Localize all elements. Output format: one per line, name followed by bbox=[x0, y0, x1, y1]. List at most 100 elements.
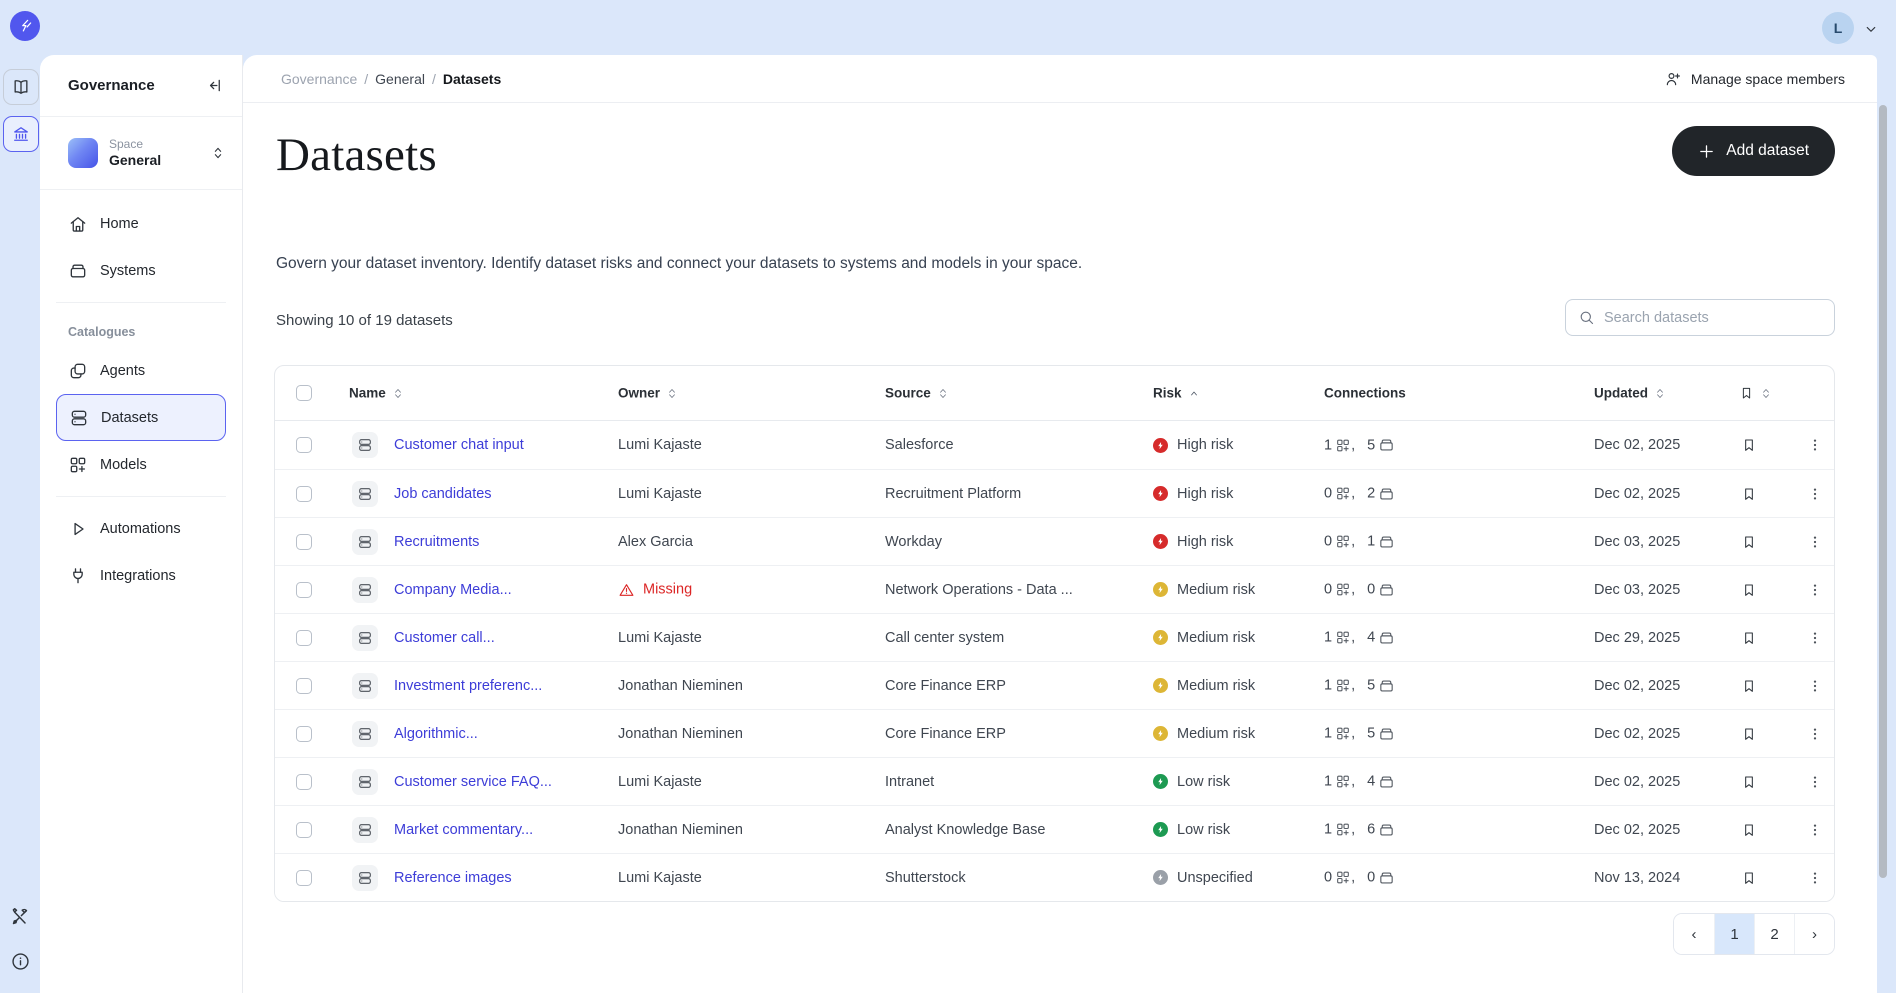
dataset-icon bbox=[352, 721, 378, 747]
dataset-name-link[interactable]: Market commentary... bbox=[394, 822, 533, 838]
bookmark-button[interactable] bbox=[1739, 628, 1759, 648]
column-header-bookmark[interactable] bbox=[1739, 386, 1772, 401]
bookmark-button[interactable] bbox=[1739, 724, 1759, 744]
sidebar-item-integrations[interactable]: Integrations bbox=[56, 552, 226, 599]
sidebar-item-home[interactable]: Home bbox=[56, 200, 226, 247]
docs-rail-button[interactable] bbox=[3, 69, 39, 105]
models-icon bbox=[1335, 582, 1351, 598]
row-menu-button[interactable] bbox=[1805, 676, 1825, 696]
row-checkbox[interactable] bbox=[296, 582, 312, 598]
app-rail bbox=[0, 0, 40, 993]
table-row[interactable]: Customer chat input Lumi Kajaste Lumi Ka… bbox=[275, 421, 1834, 469]
bookmark-button[interactable] bbox=[1739, 820, 1759, 840]
sidebar-item-systems[interactable]: Systems bbox=[56, 247, 226, 294]
table-row[interactable]: Job candidates Lumi Kajaste Lumi Kajaste… bbox=[275, 469, 1834, 517]
bookmark-button[interactable] bbox=[1739, 484, 1759, 504]
row-checkbox[interactable] bbox=[296, 486, 312, 502]
datasets-icon bbox=[69, 408, 89, 428]
bolt-icon bbox=[1156, 825, 1165, 834]
bookmark-button[interactable] bbox=[1739, 676, 1759, 696]
row-checkbox[interactable] bbox=[296, 870, 312, 886]
pagination-next-button[interactable]: › bbox=[1794, 914, 1834, 954]
dataset-name-link[interactable]: Investment preferenc... bbox=[394, 678, 542, 694]
column-header-updated[interactable]: Updated bbox=[1594, 386, 1666, 401]
search-input[interactable] bbox=[1604, 310, 1822, 326]
column-header-connections[interactable]: Connections bbox=[1324, 386, 1406, 401]
pagination-page-2[interactable]: 2 bbox=[1754, 914, 1794, 954]
column-header-source[interactable]: Source bbox=[885, 386, 949, 401]
sidebar-item-datasets[interactable]: Datasets bbox=[56, 394, 226, 441]
bookmark-button[interactable] bbox=[1739, 772, 1759, 792]
sidebar-collapse-button[interactable] bbox=[203, 74, 226, 97]
sidebar-item-automations[interactable]: Automations bbox=[56, 505, 226, 552]
column-header-name[interactable]: Name bbox=[349, 386, 404, 401]
table-row[interactable]: Company Media... Missing Missing Network… bbox=[275, 565, 1834, 613]
row-checkbox[interactable] bbox=[296, 437, 312, 453]
row-menu-button[interactable] bbox=[1805, 580, 1825, 600]
risk-badge bbox=[1153, 870, 1168, 885]
breadcrumb-general[interactable]: General bbox=[375, 71, 425, 87]
row-menu-button[interactable] bbox=[1805, 532, 1825, 552]
row-checkbox[interactable] bbox=[296, 822, 312, 838]
table-row[interactable]: Algorithmic... Jonathan Nieminen Jonatha… bbox=[275, 709, 1834, 757]
pagination-page-1[interactable]: 1 bbox=[1714, 914, 1754, 954]
row-menu-button[interactable] bbox=[1805, 868, 1825, 888]
bookmark-button[interactable] bbox=[1739, 868, 1759, 888]
row-checkbox[interactable] bbox=[296, 726, 312, 742]
add-dataset-button[interactable]: Add dataset bbox=[1672, 126, 1835, 176]
row-checkbox[interactable] bbox=[296, 534, 312, 550]
sidebar-item-models[interactable]: Models bbox=[56, 441, 226, 488]
app-logo[interactable] bbox=[10, 11, 40, 41]
sidebar-item-label: Datasets bbox=[101, 410, 158, 426]
bookmark-button[interactable] bbox=[1739, 435, 1759, 455]
pagination-prev-button[interactable]: ‹ bbox=[1674, 914, 1714, 954]
page-scrollbar[interactable] bbox=[1879, 105, 1887, 878]
space-label: Space bbox=[109, 137, 210, 152]
dataset-name-link[interactable]: Customer call... bbox=[394, 630, 495, 646]
table-row[interactable]: Customer call... Lumi Kajaste Lumi Kajas… bbox=[275, 613, 1834, 661]
dev-tools-button[interactable] bbox=[0, 906, 40, 928]
sidebar-item-label: Agents bbox=[100, 363, 145, 379]
user-menu-chevron[interactable] bbox=[1862, 20, 1880, 38]
row-checkbox[interactable] bbox=[296, 630, 312, 646]
table-row[interactable]: Market commentary... Jonathan Nieminen J… bbox=[275, 805, 1834, 853]
user-avatar[interactable]: L bbox=[1822, 12, 1854, 44]
row-menu-button[interactable] bbox=[1805, 484, 1825, 504]
row-menu-button[interactable] bbox=[1805, 435, 1825, 455]
dataset-name-link[interactable]: Job candidates bbox=[394, 486, 492, 502]
table-row[interactable]: Investment preferenc... Jonathan Niemine… bbox=[275, 661, 1834, 709]
dataset-name-link[interactable]: Reference images bbox=[394, 870, 512, 886]
governance-rail-button[interactable] bbox=[3, 116, 39, 152]
dataset-name-link[interactable]: Company Media... bbox=[394, 582, 512, 598]
row-menu-button[interactable] bbox=[1805, 724, 1825, 744]
row-menu-button[interactable] bbox=[1805, 628, 1825, 648]
table-row[interactable]: Reference images Lumi Kajaste Lumi Kajas… bbox=[275, 853, 1834, 901]
info-button[interactable] bbox=[0, 951, 40, 972]
table-row[interactable]: Customer service FAQ... Lumi Kajaste Lum… bbox=[275, 757, 1834, 805]
dataset-name-link[interactable]: Recruitments bbox=[394, 534, 479, 550]
sort-icon bbox=[1760, 387, 1772, 399]
row-menu-button[interactable] bbox=[1805, 772, 1825, 792]
dataset-icon bbox=[352, 529, 378, 555]
kebab-menu-icon bbox=[1807, 870, 1823, 886]
dataset-name-link[interactable]: Customer service FAQ... bbox=[394, 774, 552, 790]
select-all-checkbox[interactable] bbox=[296, 385, 312, 401]
row-checkbox[interactable] bbox=[296, 678, 312, 694]
bookmark-button[interactable] bbox=[1739, 580, 1759, 600]
systems-count: 5 bbox=[1367, 678, 1375, 694]
column-header-owner[interactable]: Owner bbox=[618, 386, 678, 401]
table-row[interactable]: Recruitments Alex Garcia Alex Garcia Wor… bbox=[275, 517, 1834, 565]
updated-cell: Dec 02, 2025 bbox=[1594, 726, 1680, 742]
risk-badge bbox=[1153, 774, 1168, 789]
dataset-name-link[interactable]: Algorithmic... bbox=[394, 726, 478, 742]
space-selector[interactable]: Space General bbox=[40, 117, 242, 190]
manage-space-members-button[interactable]: Manage space members bbox=[1664, 70, 1845, 88]
breadcrumb-governance[interactable]: Governance bbox=[281, 71, 357, 87]
row-menu-button[interactable] bbox=[1805, 820, 1825, 840]
dataset-name-link[interactable]: Customer chat input bbox=[394, 437, 524, 453]
bookmark-button[interactable] bbox=[1739, 532, 1759, 552]
systems-icon bbox=[1378, 677, 1395, 694]
column-header-risk[interactable]: Risk bbox=[1153, 386, 1200, 401]
sidebar-item-agents[interactable]: Agents bbox=[56, 347, 226, 394]
row-checkbox[interactable] bbox=[296, 774, 312, 790]
